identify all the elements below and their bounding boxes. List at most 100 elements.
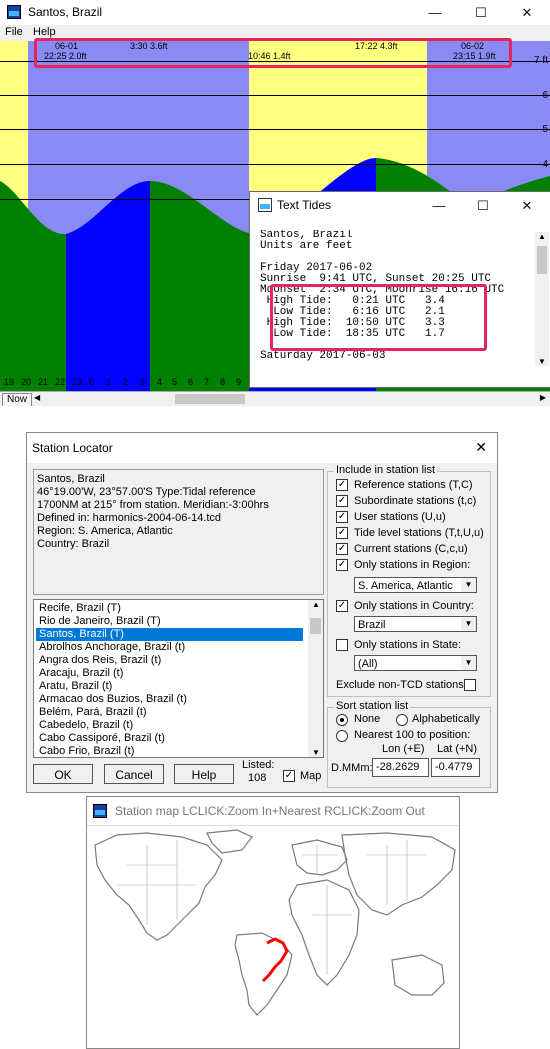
sort-none-label: None	[354, 713, 381, 725]
list-item[interactable]: Belém, Pará, Brazil (t)	[36, 706, 303, 719]
listed-count: 108	[248, 772, 267, 784]
now-button[interactable]: Now	[2, 393, 32, 406]
user-stations-checkbox[interactable]: ✓	[336, 511, 348, 523]
info-line: 1700NM at 215° from station. Meridian:-3…	[37, 499, 269, 511]
list-item[interactable]: Armacao dos Buzios, Brazil (t)	[36, 693, 303, 706]
region-checkbox[interactable]: ✓	[336, 559, 348, 571]
subordinate-stations-checkbox[interactable]: ✓	[336, 495, 348, 507]
hour-tick: 21	[38, 377, 49, 387]
gridline	[0, 129, 550, 130]
scroll-thumb[interactable]	[175, 394, 245, 404]
listed-label: Listed:	[242, 759, 275, 771]
map-checkbox[interactable]: ✓	[283, 770, 295, 782]
list-item[interactable]: Aracaju, Brazil (t)	[36, 667, 303, 680]
list-item[interactable]: Aratu, Brazil (t)	[36, 680, 303, 693]
world-map[interactable]	[87, 825, 457, 1047]
ok-button[interactable]: OK	[33, 764, 93, 784]
hour-tick: 1	[106, 377, 112, 387]
close-button[interactable]: ✕	[505, 193, 549, 218]
hour-tick: 9	[236, 377, 242, 387]
highlight-box	[34, 38, 512, 68]
dmm-label: D.MMm:	[331, 762, 373, 774]
scroll-up-icon[interactable]: ▲	[538, 232, 546, 241]
window-title: Santos, Brazil	[28, 5, 103, 19]
region-select[interactable]: S. America, Atlantic ▼	[354, 577, 477, 593]
country-label: Only stations in Country:	[354, 600, 474, 612]
latitude-input[interactable]: -0.4779	[431, 758, 480, 777]
hour-tick: 3	[140, 377, 146, 387]
sort-alpha-radio[interactable]	[396, 714, 408, 726]
scroll-left-icon[interactable]: ◀	[34, 393, 40, 402]
sort-none-radio[interactable]	[336, 714, 348, 726]
scroll-thumb[interactable]	[537, 246, 547, 274]
hour-tick: 20	[21, 377, 32, 387]
info-line: Country: Brazil	[37, 538, 110, 550]
state-checkbox[interactable]	[336, 639, 348, 651]
list-item[interactable]: Recife, Brazil (T)	[36, 602, 303, 615]
greenland-outline	[206, 829, 253, 854]
falling-tide-area	[150, 181, 249, 391]
info-line: 46°19.00'W, 23°57.00'S Type:Tidal refere…	[37, 486, 256, 498]
state-select[interactable]: (All) ▼	[354, 655, 477, 671]
europe-outline	[291, 839, 348, 876]
lat-label: Lat (+N)	[437, 743, 478, 755]
region-value: S. America, Atlantic	[358, 580, 453, 592]
menu-file[interactable]: File	[5, 26, 23, 38]
current-stations-checkbox[interactable]: ✓	[336, 543, 348, 555]
minimize-button[interactable]: —	[417, 193, 461, 218]
hour-tick: 6	[188, 377, 194, 387]
list-scrollbar[interactable]: ▲ ▼	[308, 600, 323, 757]
maximize-button[interactable]: ☐	[458, 0, 504, 25]
hour-tick: 0	[89, 377, 95, 387]
help-button[interactable]: Help	[174, 764, 234, 784]
scroll-down-icon[interactable]: ▼	[312, 748, 320, 757]
scroll-right-icon[interactable]: ▶	[540, 393, 546, 402]
close-button[interactable]: ✕	[504, 0, 550, 25]
option-label: Tide level stations (T,t,U,u)	[354, 527, 484, 539]
y-axis-label: 6	[542, 90, 548, 101]
list-item[interactable]: Abrolhos Anchorage, Brazil (t)	[36, 641, 303, 654]
country-select[interactable]: Brazil ▼	[354, 616, 477, 632]
rising-tide-area	[66, 181, 150, 391]
gridline	[0, 95, 550, 96]
list-item[interactable]: Cabedelo, Brazil (t)	[36, 719, 303, 732]
country-checkbox[interactable]: ✓	[336, 600, 348, 612]
reference-stations-checkbox[interactable]: ✓	[336, 479, 348, 491]
close-button[interactable]: ✕	[475, 439, 487, 456]
highlight-box	[270, 284, 487, 351]
vertical-scrollbar[interactable]: ▲ ▼	[535, 232, 549, 366]
menu-help[interactable]: Help	[33, 26, 56, 38]
option-label: User stations (U,u)	[354, 511, 446, 523]
scroll-thumb[interactable]	[310, 618, 321, 634]
longitude-input[interactable]: -28.2629	[372, 758, 429, 777]
hour-tick: 22	[55, 377, 66, 387]
station-markers	[261, 937, 289, 983]
list-item[interactable]: Rio de Janeiro, Brazil (T)	[36, 615, 303, 628]
minimize-button[interactable]: —	[412, 0, 458, 25]
tide-level-stations-checkbox[interactable]: ✓	[336, 527, 348, 539]
falling-tide-area	[0, 181, 66, 391]
list-item-selected[interactable]: Santos, Brazil (T)	[36, 628, 303, 641]
scroll-up-icon[interactable]: ▲	[312, 600, 320, 609]
maximize-button[interactable]: ☐	[461, 193, 505, 218]
cancel-button[interactable]: Cancel	[104, 764, 164, 784]
list-item[interactable]: Cabo Frio, Brazil (t)	[36, 745, 303, 757]
app-icon	[258, 198, 272, 212]
chevron-down-icon[interactable]: ▼	[461, 578, 476, 592]
app-icon	[7, 5, 21, 19]
scroll-down-icon[interactable]: ▼	[538, 357, 546, 366]
list-item[interactable]: Cabo Cassiporé, Brazil (t)	[36, 732, 303, 745]
chevron-down-icon[interactable]: ▼	[461, 656, 476, 670]
station-list[interactable]: Recife, Brazil (T) Rio de Janeiro, Brazi…	[33, 599, 324, 758]
title-bar: Station Locator ✕	[27, 433, 497, 463]
app-icon	[93, 804, 107, 818]
sort-nearest-radio[interactable]	[336, 730, 348, 742]
option-label: Current stations (C,c,u)	[354, 543, 468, 555]
chevron-down-icon[interactable]: ▼	[461, 617, 476, 631]
sort-alpha-label: Alphabetically	[412, 713, 480, 725]
title-bar: Santos, Brazil — ☐ ✕	[0, 0, 550, 25]
horizontal-scrollbar[interactable]: Now ◀ ▶	[0, 391, 550, 406]
exclude-checkbox[interactable]	[464, 679, 476, 691]
list-item[interactable]: Angra dos Reis, Brazil (t)	[36, 654, 303, 667]
sort-label: Sort station list	[334, 700, 411, 712]
